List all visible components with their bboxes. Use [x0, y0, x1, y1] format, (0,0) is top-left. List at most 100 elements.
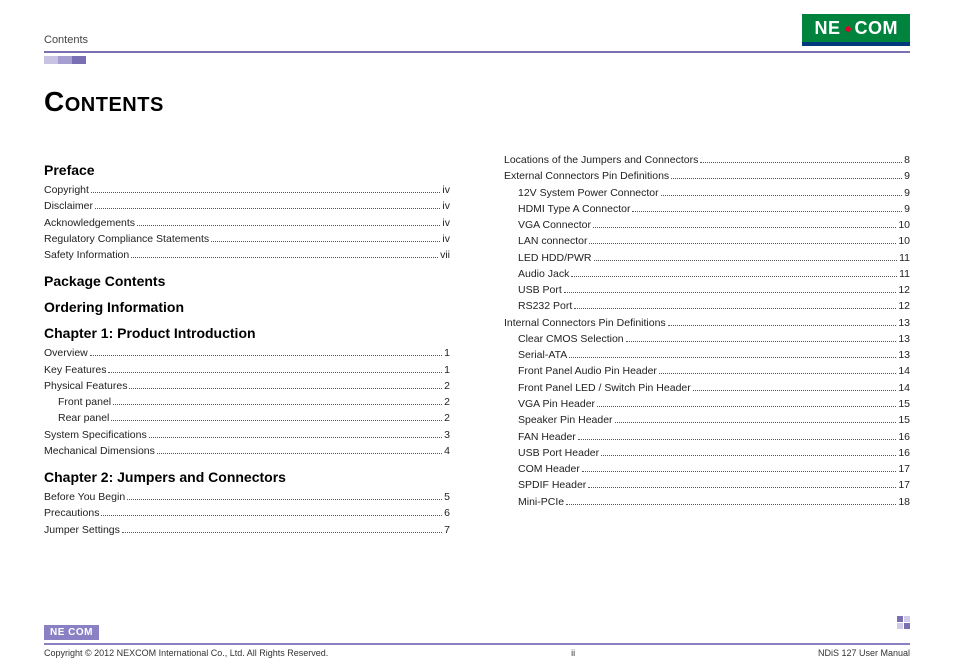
toc-entry[interactable]: Mechanical Dimensions 4	[44, 443, 450, 459]
toc-entry-page: 10	[898, 233, 910, 249]
toc-leader-dots	[129, 388, 442, 389]
toc-leader-dots	[593, 227, 896, 228]
toc-entry-page: iv	[442, 231, 450, 247]
toc-entry-page: 16	[898, 429, 910, 445]
toc-entry[interactable]: VGA Pin Header 15	[504, 396, 910, 412]
toc-leader-dots	[569, 357, 896, 358]
toc-entry[interactable]: USB Port 12	[504, 282, 910, 298]
toc-section-heading[interactable]: Package Contents	[44, 273, 450, 289]
toc-entry-label: Key Features	[44, 362, 106, 378]
toc-entry[interactable]: RS232 Port 12	[504, 298, 910, 314]
toc-entry[interactable]: COM Header 17	[504, 461, 910, 477]
toc-entry-label: VGA Connector	[518, 217, 591, 233]
toc-entry[interactable]: Physical Features 2	[44, 378, 450, 394]
toc-entry[interactable]: 12V System Power Connector 9	[504, 185, 910, 201]
footer-squares-icon	[897, 616, 910, 629]
toc-entry-label: Rear panel	[58, 410, 109, 426]
toc-entry[interactable]: LAN connector 10	[504, 233, 910, 249]
toc-entry-label: USB Port Header	[518, 445, 599, 461]
toc-entry-page: 9	[904, 185, 910, 201]
toc-leader-dots	[211, 241, 440, 242]
toc-section-heading[interactable]: Preface	[44, 162, 450, 178]
toc-entry[interactable]: Locations of the Jumpers and Connectors …	[504, 152, 910, 168]
toc-leader-dots	[149, 437, 442, 438]
toc-entry-label: USB Port	[518, 282, 562, 298]
toc-leader-dots	[632, 211, 902, 212]
accent-tabs	[44, 56, 910, 64]
toc-section-heading[interactable]: Chapter 2: Jumpers and Connectors	[44, 469, 450, 485]
toc-entry-label: Before You Begin	[44, 489, 125, 505]
toc-entry[interactable]: Copyright iv	[44, 182, 450, 198]
toc-entry-page: 9	[904, 168, 910, 184]
toc-leader-dots	[589, 243, 896, 244]
footer-page-number: ii	[571, 648, 575, 658]
toc-entry[interactable]: Speaker Pin Header 15	[504, 412, 910, 428]
toc-entry-page: 17	[898, 477, 910, 493]
toc-entry[interactable]: VGA Connector 10	[504, 217, 910, 233]
toc-leader-dots	[574, 308, 896, 309]
toc-leader-dots	[661, 195, 903, 196]
toc-leader-dots	[601, 455, 896, 456]
toc-entry[interactable]: Rear panel 2	[44, 410, 450, 426]
toc-entry-page: 8	[904, 152, 910, 168]
toc-leader-dots	[571, 276, 897, 277]
toc-entry[interactable]: Jumper Settings 7	[44, 522, 450, 538]
toc-entry[interactable]: Internal Connectors Pin Definitions 13	[504, 315, 910, 331]
toc-entry-label: Speaker Pin Header	[518, 412, 613, 428]
toc-entry[interactable]: Front Panel LED / Switch Pin Header 14	[504, 380, 910, 396]
toc-entry[interactable]: Mini-PCIe 18	[504, 494, 910, 510]
toc-entry[interactable]: Audio Jack 11	[504, 266, 910, 282]
toc-leader-dots	[122, 532, 442, 533]
toc-entry[interactable]: External Connectors Pin Definitions 9	[504, 168, 910, 184]
toc-entry[interactable]: Overview 1	[44, 345, 450, 361]
toc-entry-page: 2	[444, 394, 450, 410]
toc-entry-label: Front Panel Audio Pin Header	[518, 363, 657, 379]
toc-entry-page: iv	[442, 215, 450, 231]
toc-left-column: PrefaceCopyright ivDisclaimer ivAcknowle…	[44, 152, 450, 538]
toc-entry[interactable]: USB Port Header 16	[504, 445, 910, 461]
toc-entry[interactable]: LED HDD/PWR 11	[504, 250, 910, 266]
toc-entry[interactable]: HDMI Type A Connector 9	[504, 201, 910, 217]
toc-entry-label: Clear CMOS Selection	[518, 331, 624, 347]
toc-leader-dots	[108, 372, 442, 373]
toc-entry-label: Mini-PCIe	[518, 494, 564, 510]
toc-leader-dots	[615, 422, 897, 423]
toc-leader-dots	[626, 341, 897, 342]
toc-entry[interactable]: Key Features 1	[44, 362, 450, 378]
toc-entry-label: Disclaimer	[44, 198, 93, 214]
toc-leader-dots	[566, 504, 896, 505]
toc-leader-dots	[90, 355, 442, 356]
toc-entry-label: Mechanical Dimensions	[44, 443, 155, 459]
toc-leader-dots	[668, 325, 897, 326]
toc-entry[interactable]: Acknowledgements iv	[44, 215, 450, 231]
toc-section-heading[interactable]: Chapter 1: Product Introduction	[44, 325, 450, 341]
toc-entry[interactable]: Precautions 6	[44, 505, 450, 521]
toc-entry-page: 17	[898, 461, 910, 477]
toc-section-heading[interactable]: Ordering Information	[44, 299, 450, 315]
toc-leader-dots	[131, 257, 438, 258]
toc-leader-dots	[700, 162, 902, 163]
toc-entry[interactable]: Before You Begin 5	[44, 489, 450, 505]
toc-entry-page: 6	[444, 505, 450, 521]
toc-entry-page: 1	[444, 345, 450, 361]
toc-entry[interactable]: Front panel 2	[44, 394, 450, 410]
toc-entry[interactable]: System Specifications 3	[44, 427, 450, 443]
toc-entry-label: 12V System Power Connector	[518, 185, 659, 201]
toc-entry-page: 11	[899, 266, 910, 282]
toc-entry-label: VGA Pin Header	[518, 396, 595, 412]
toc-entry[interactable]: Serial-ATA 13	[504, 347, 910, 363]
nexcom-logo: NE X COM	[802, 14, 910, 46]
toc-entry[interactable]: Front Panel Audio Pin Header 14	[504, 363, 910, 379]
toc-entry-label: Physical Features	[44, 378, 127, 394]
toc-entry[interactable]: Clear CMOS Selection 13	[504, 331, 910, 347]
header-rule	[44, 51, 910, 53]
toc-leader-dots	[111, 420, 442, 421]
toc-entry[interactable]: FAN Header 16	[504, 429, 910, 445]
toc-entry-page: 12	[898, 282, 910, 298]
toc-entry-page: 16	[898, 445, 910, 461]
toc-entry[interactable]: Regulatory Compliance Statements iv	[44, 231, 450, 247]
toc-entry[interactable]: SPDIF Header 17	[504, 477, 910, 493]
toc-entry[interactable]: Disclaimer iv	[44, 198, 450, 214]
toc-entry[interactable]: Safety Information vii	[44, 247, 450, 263]
toc-entry-label: Copyright	[44, 182, 89, 198]
